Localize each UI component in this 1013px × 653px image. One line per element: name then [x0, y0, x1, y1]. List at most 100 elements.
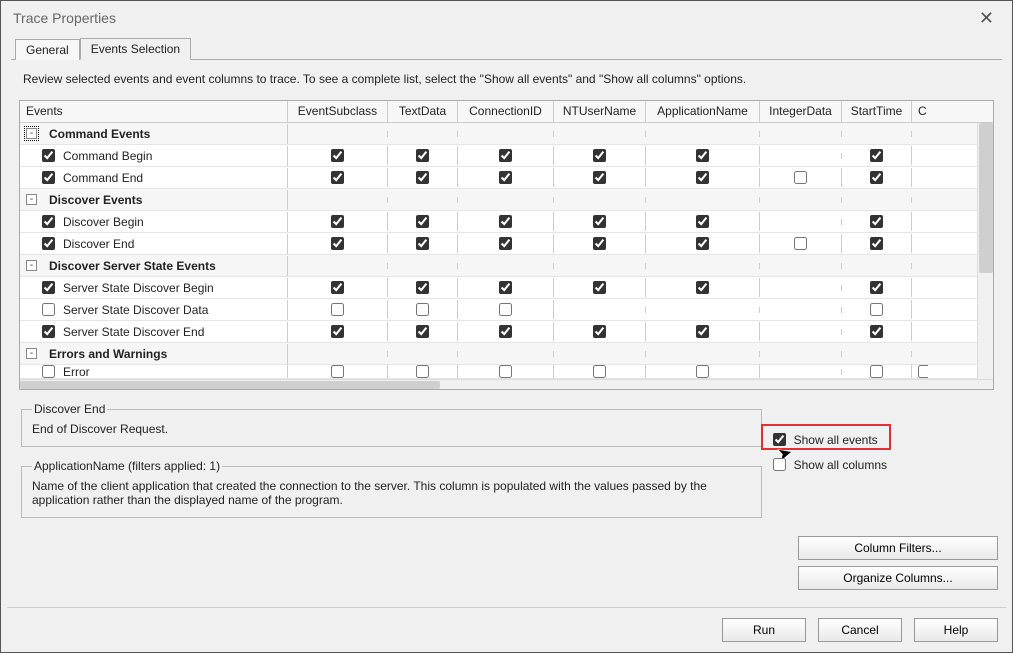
cell-checkbox[interactable]: [554, 322, 646, 341]
col-header-eventsubclass[interactable]: EventSubclass: [288, 101, 388, 122]
event-row[interactable]: Error: [20, 365, 993, 379]
description-text: End of Discover Request.: [32, 422, 732, 436]
cell-checkbox[interactable]: [288, 365, 388, 379]
tree-toggle-icon[interactable]: -: [26, 260, 37, 271]
tab-general[interactable]: General: [15, 39, 80, 60]
show-all-events-option[interactable]: Show all events ➤: [769, 430, 887, 449]
cell-checkbox[interactable]: [760, 234, 842, 253]
vertical-scrollbar[interactable]: [977, 123, 993, 379]
cell-checkbox[interactable]: [288, 212, 388, 231]
col-header-starttime[interactable]: StartTime: [842, 101, 912, 122]
cell-checkbox[interactable]: [554, 234, 646, 253]
cell-checkbox[interactable]: [388, 234, 458, 253]
col-header-events[interactable]: Events: [20, 101, 288, 122]
event-row[interactable]: Command End: [20, 167, 993, 189]
cell-checkbox[interactable]: [646, 168, 760, 187]
cell-checkbox[interactable]: [842, 278, 912, 297]
cell-checkbox[interactable]: [842, 365, 912, 379]
cell-checkbox[interactable]: [288, 322, 388, 341]
cell-checkbox[interactable]: [646, 365, 760, 379]
group-row[interactable]: -Discover Events: [20, 189, 993, 211]
cell-checkbox[interactable]: [288, 300, 388, 319]
cell-checkbox[interactable]: [288, 146, 388, 165]
help-button[interactable]: Help: [914, 618, 998, 642]
col-header-last[interactable]: C: [912, 101, 928, 122]
events-grid: Events EventSubclass TextData Connection…: [19, 100, 994, 390]
event-row[interactable]: Discover Begin: [20, 211, 993, 233]
show-all-events-checkbox[interactable]: [773, 433, 786, 446]
cell-checkbox[interactable]: [646, 278, 760, 297]
show-all-columns-option[interactable]: Show all columns: [769, 455, 887, 474]
event-row-checkbox[interactable]: [42, 303, 55, 316]
tree-toggle-icon[interactable]: -: [26, 128, 37, 139]
cell-checkbox[interactable]: [288, 278, 388, 297]
group-row[interactable]: -Discover Server State Events: [20, 255, 993, 277]
horizontal-scrollbar[interactable]: [20, 379, 993, 389]
cell-checkbox[interactable]: [842, 168, 912, 187]
column-filters-button[interactable]: Column Filters...: [798, 536, 998, 560]
cell-checkbox[interactable]: [646, 212, 760, 231]
event-row-checkbox[interactable]: [42, 237, 55, 250]
cell-checkbox[interactable]: [842, 322, 912, 341]
cell-checkbox[interactable]: [842, 234, 912, 253]
organize-columns-button[interactable]: Organize Columns...: [798, 566, 998, 590]
cell-checkbox[interactable]: [554, 365, 646, 379]
cell-checkbox[interactable]: [646, 322, 760, 341]
cell-checkbox[interactable]: [388, 146, 458, 165]
col-header-connectionid[interactable]: ConnectionID: [458, 101, 554, 122]
cell-checkbox[interactable]: [458, 168, 554, 187]
cell-checkbox[interactable]: [458, 234, 554, 253]
cell-checkbox[interactable]: [760, 168, 842, 187]
tree-toggle-icon[interactable]: -: [26, 348, 37, 359]
col-header-integerdata[interactable]: IntegerData: [760, 101, 842, 122]
event-row-checkbox[interactable]: [42, 281, 55, 294]
cell-checkbox[interactable]: [912, 365, 928, 379]
cancel-button[interactable]: Cancel: [818, 618, 902, 642]
cell-checkbox[interactable]: [458, 146, 554, 165]
event-row[interactable]: Server State Discover End: [20, 321, 993, 343]
col-header-ntusername[interactable]: NTUserName: [554, 101, 646, 122]
event-row-checkbox[interactable]: [42, 149, 55, 162]
event-row[interactable]: Command Begin: [20, 145, 993, 167]
group-row[interactable]: -Errors and Warnings: [20, 343, 993, 365]
cell-checkbox[interactable]: [388, 365, 458, 379]
event-row-checkbox[interactable]: [42, 365, 55, 378]
cell-checkbox[interactable]: [646, 234, 760, 253]
cell-checkbox[interactable]: [388, 278, 458, 297]
close-icon[interactable]: ✕: [969, 6, 1004, 31]
cell-checkbox[interactable]: [458, 278, 554, 297]
show-all-columns-checkbox[interactable]: [773, 458, 786, 471]
event-row[interactable]: Discover End: [20, 233, 993, 255]
cell-checkbox[interactable]: [554, 278, 646, 297]
event-row-checkbox[interactable]: [42, 215, 55, 228]
cell-checkbox[interactable]: [458, 365, 554, 379]
run-button[interactable]: Run: [722, 618, 806, 642]
cell-checkbox[interactable]: [458, 212, 554, 231]
cell-checkbox[interactable]: [554, 146, 646, 165]
horizontal-scrollbar-thumb[interactable]: [20, 381, 440, 389]
cell-checkbox[interactable]: [388, 168, 458, 187]
event-row-checkbox[interactable]: [42, 171, 55, 184]
event-row[interactable]: Server State Discover Begin: [20, 277, 993, 299]
cell-checkbox[interactable]: [554, 212, 646, 231]
cell-checkbox[interactable]: [388, 212, 458, 231]
cell-checkbox[interactable]: [842, 212, 912, 231]
cell-checkbox[interactable]: [646, 146, 760, 165]
cell-checkbox[interactable]: [842, 300, 912, 319]
cell-checkbox[interactable]: [288, 234, 388, 253]
col-header-applicationname[interactable]: ApplicationName: [646, 101, 760, 122]
col-header-textdata[interactable]: TextData: [388, 101, 458, 122]
vertical-scrollbar-thumb[interactable]: [979, 123, 993, 273]
tree-toggle-icon[interactable]: -: [26, 194, 37, 205]
cell-checkbox[interactable]: [842, 146, 912, 165]
cell-checkbox[interactable]: [458, 322, 554, 341]
cell-checkbox[interactable]: [554, 168, 646, 187]
cell-checkbox[interactable]: [288, 168, 388, 187]
event-row[interactable]: Server State Discover Data: [20, 299, 993, 321]
group-row[interactable]: -Command Events: [20, 123, 993, 145]
tab-events-selection[interactable]: Events Selection: [80, 38, 191, 60]
event-row-checkbox[interactable]: [42, 325, 55, 338]
cell-checkbox[interactable]: [388, 322, 458, 341]
cell-checkbox[interactable]: [388, 300, 458, 319]
cell-checkbox[interactable]: [458, 300, 554, 319]
